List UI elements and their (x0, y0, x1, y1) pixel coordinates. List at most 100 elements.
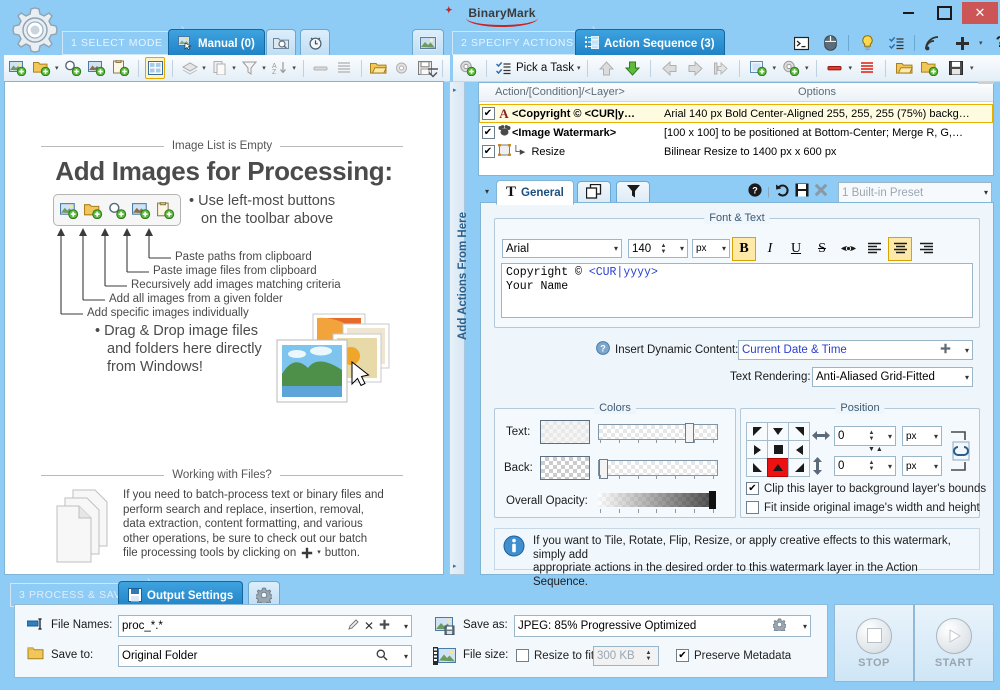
copy-button[interactable] (210, 57, 230, 79)
tab-scheduler[interactable] (300, 29, 330, 58)
tab-folder-watch[interactable] (266, 29, 296, 58)
anchor-center[interactable] (767, 440, 789, 459)
anchor-bottom-left[interactable] (746, 458, 768, 477)
back-color-swatch[interactable] (540, 456, 590, 480)
link-offsets-button[interactable] (948, 424, 972, 478)
tab-filter[interactable] (616, 181, 650, 203)
chevron-down-icon[interactable]: ▾ (394, 646, 408, 666)
clip-layer-checkbox[interactable]: ✔ (746, 482, 759, 495)
tab-layers[interactable] (577, 181, 611, 203)
plus-icon[interactable] (940, 343, 951, 357)
action-sequence-list[interactable]: Action/[Condition]/<Layer> Options ✔ A <… (478, 82, 994, 176)
remove-action-caret-icon[interactable]: ▾ (849, 64, 853, 72)
sort-button[interactable]: A Z (270, 57, 290, 79)
stop-button[interactable]: STOP (834, 604, 914, 682)
splitter-caret-top-icon[interactable]: ▸ (453, 86, 457, 94)
add-folder-caret-icon[interactable]: ▾ (55, 64, 59, 72)
x-unit-dropdown[interactable]: px ▾ (902, 426, 942, 446)
overall-opacity-thumb[interactable] (709, 491, 716, 509)
text-effects-button[interactable] (836, 237, 860, 261)
properties-collapse-button[interactable]: ▾ (480, 180, 494, 202)
pick-a-task-caret-icon[interactable]: ▾ (577, 64, 581, 72)
clear-list-button[interactable] (334, 57, 354, 79)
move-left-button[interactable] (658, 57, 680, 79)
checklist-icon[interactable] (885, 32, 907, 54)
anchor-top-right[interactable] (788, 422, 810, 441)
chevron-down-icon[interactable]: ▾ (878, 427, 892, 445)
add-action-button[interactable] (780, 57, 802, 79)
strikethrough-button[interactable]: S (810, 237, 834, 261)
minimize-button[interactable] (890, 2, 926, 24)
font-family-dropdown[interactable]: Arial ▾ (502, 239, 622, 258)
preset-dropdown[interactable]: 1 Built-in Preset ▾ (838, 182, 992, 203)
save-as-dropdown[interactable]: JPEG: 85% Progressive Optimized ▾ (514, 615, 811, 637)
spinner-arrows-icon[interactable]: ▲ ▼ (657, 240, 670, 257)
grid-view-button[interactable] (145, 57, 165, 79)
anchor-grid[interactable] (746, 422, 810, 477)
anchor-middle-right[interactable] (788, 440, 810, 459)
plus-icon[interactable] (379, 619, 390, 633)
underline-button[interactable]: U (784, 237, 808, 261)
add-action-caret-icon[interactable]: ▾ (805, 64, 809, 72)
pick-a-task-icon[interactable] (494, 57, 512, 79)
help-circle-icon[interactable]: ? (748, 183, 762, 200)
import-sequence-button[interactable] (919, 57, 941, 79)
move-right-button[interactable] (684, 57, 706, 79)
plus-dropdown-caret-icon[interactable]: ▾ (979, 39, 983, 47)
watermark-text-input[interactable]: Copyright © <CUR|yyyy> Your Name (501, 263, 973, 318)
clip-layer-checkbox-row[interactable]: ✔ Clip this layer to background layer's … (746, 482, 986, 495)
row-checkbox[interactable]: ✔ (481, 145, 495, 158)
open-list-button[interactable] (369, 57, 389, 79)
edit-pencil-icon[interactable] (348, 619, 359, 633)
italic-button[interactable]: I (758, 237, 782, 261)
swap-offsets-icon[interactable]: ▼▲ (868, 446, 884, 453)
anchor-top-left[interactable] (746, 422, 768, 441)
row-checkbox[interactable]: ✔ (481, 126, 495, 139)
filter-button[interactable] (240, 57, 260, 79)
file-names-input[interactable]: proc_*.* ✕ ▾ (118, 615, 412, 637)
console-icon[interactable] (790, 32, 812, 54)
feed-icon[interactable] (922, 32, 944, 54)
toolbar-overflow-button[interactable] (425, 58, 441, 80)
tab-action-sequence[interactable]: Action Sequence (3) (575, 29, 725, 65)
filter-caret-icon[interactable]: ▾ (262, 64, 266, 72)
save-sequence-button[interactable] (945, 57, 967, 79)
table-row[interactable]: ✔ └▸ Resize Bilinear Resize to 1400 px x… (479, 142, 993, 161)
tab-manual[interactable]: Manual (0) (168, 29, 265, 65)
row-checkbox[interactable]: ✔ (481, 107, 495, 120)
move-up-button[interactable] (595, 57, 617, 79)
insert-dynamic-content-dropdown[interactable]: Current Date & Time ▾ (738, 340, 973, 360)
text-color-swatch[interactable] (540, 420, 590, 444)
preserve-metadata-checkbox-row[interactable]: ✔ Preserve Metadata (676, 649, 791, 662)
layers-caret-icon[interactable]: ▾ (202, 64, 206, 72)
move-down-button[interactable] (621, 57, 643, 79)
table-row[interactable]: ✔ A <Copyright © <CUR|y… Arial 140 px Bo… (479, 104, 993, 123)
clear-all-actions-button[interactable] (856, 57, 878, 79)
splitter-caret-bottom-icon[interactable]: ▸ (453, 562, 457, 570)
chevron-down-icon[interactable]: ▾ (955, 341, 969, 359)
overall-opacity-slider[interactable] (598, 491, 716, 509)
undo-icon[interactable] (775, 183, 790, 200)
chevron-down-icon[interactable]: ▾ (670, 240, 684, 257)
fit-inside-checkbox-row[interactable]: Fit inside original image's width and he… (746, 501, 980, 514)
search-icon[interactable] (376, 649, 388, 664)
y-offset-spinner[interactable]: 0 ▲ ▼ ▾ (834, 456, 896, 476)
gear-icon[interactable] (772, 618, 787, 634)
image-list-empty-pane[interactable]: Image List is Empty Add Images for Proce… (4, 81, 444, 575)
lightbulb-icon[interactable] (856, 32, 878, 54)
sort-caret-icon[interactable]: ▾ (292, 64, 296, 72)
close-x-icon[interactable] (814, 183, 828, 200)
resize-to-fit-checkbox-row[interactable]: Resize to fit: (516, 649, 597, 662)
save-to-input[interactable]: Original Folder ▾ (118, 645, 412, 667)
table-row[interactable]: ✔ <Image Watermark> [100 x 100] to be po… (479, 123, 993, 142)
bold-button[interactable]: B (732, 237, 756, 261)
anchor-bottom-right[interactable] (788, 458, 810, 477)
copy-caret-icon[interactable]: ▾ (232, 64, 236, 72)
align-right-button[interactable] (914, 237, 938, 261)
add-actions-splitter[interactable]: ▸ Add Actions From Here ▸ (449, 81, 469, 575)
maximize-button[interactable] (926, 2, 962, 24)
new-sequence-button[interactable] (457, 57, 479, 79)
paste-image-files-button[interactable] (87, 57, 107, 79)
floppy-icon[interactable] (795, 183, 809, 200)
save-sequence-caret-icon[interactable]: ▾ (970, 64, 974, 72)
